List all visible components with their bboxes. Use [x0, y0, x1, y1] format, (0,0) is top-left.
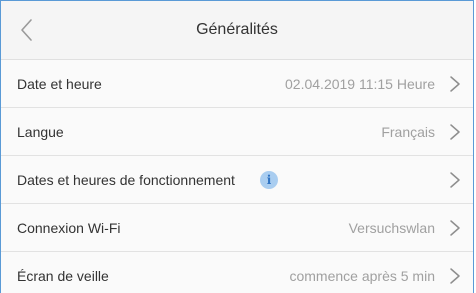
settings-row-language[interactable]: Langue Français	[1, 108, 473, 156]
chevron-right-icon	[449, 267, 461, 285]
chevron-right-icon	[449, 123, 461, 141]
row-value: 02.04.2019 11:15 Heure	[285, 76, 435, 92]
row-value: Versuchswlan	[348, 220, 435, 236]
settings-screen: Généralités Date et heure 02.04.2019 11:…	[0, 0, 474, 293]
row-value: commence après 5 min	[289, 268, 435, 284]
info-icon[interactable]: i	[260, 171, 278, 189]
settings-row-date-time[interactable]: Date et heure 02.04.2019 11:15 Heure	[1, 60, 473, 108]
row-label: Dates et heures de fonctionnement	[17, 172, 235, 188]
settings-row-operating-hours[interactable]: Dates et heures de fonctionnement i	[1, 156, 473, 204]
row-label: Date et heure	[17, 76, 102, 92]
page-title: Généralités	[196, 21, 278, 38]
row-label: Connexion Wi-Fi	[17, 220, 121, 236]
row-label: Écran de veille	[17, 268, 109, 284]
settings-row-wifi[interactable]: Connexion Wi-Fi Versuchswlan	[1, 204, 473, 252]
row-value: Français	[381, 124, 435, 140]
chevron-right-icon	[449, 171, 461, 189]
chevron-right-icon	[449, 219, 461, 237]
chevron-left-icon	[21, 19, 32, 41]
header-bar: Généralités	[1, 1, 473, 60]
settings-row-screensaver[interactable]: Écran de veille commence après 5 min	[1, 252, 473, 293]
row-label: Langue	[17, 124, 64, 140]
chevron-right-icon	[449, 75, 461, 93]
back-button[interactable]	[15, 16, 39, 44]
